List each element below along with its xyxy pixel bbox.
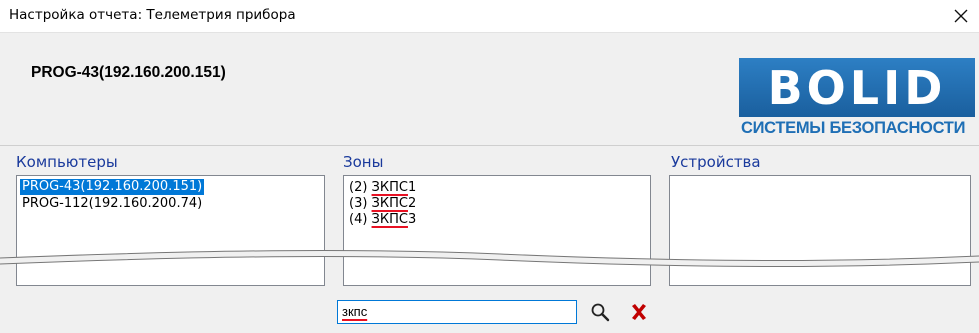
bolid-logo: BOLID bbox=[739, 58, 975, 117]
search-field[interactable]: зкпс bbox=[337, 300, 577, 324]
computers-label: Компьютеры bbox=[16, 153, 118, 171]
search-icon bbox=[591, 303, 610, 322]
zones-label: Зоны bbox=[343, 153, 384, 171]
search-button[interactable] bbox=[588, 300, 612, 324]
zone-match: ЗКПС bbox=[371, 180, 408, 195]
computer-item-2[interactable]: PROG-112(192.160.200.74) bbox=[20, 196, 204, 212]
logo-text: BOLID bbox=[767, 60, 947, 115]
title-bar: Настройка отчета: Телеметрия прибора bbox=[0, 0, 979, 33]
zone-number: (3) bbox=[349, 196, 372, 211]
zone-suffix: 1 bbox=[407, 180, 417, 195]
zone-match: ЗКПС bbox=[371, 212, 408, 227]
device-title: PROG-43(192.160.200.151) bbox=[31, 64, 226, 81]
zone-suffix: 3 bbox=[407, 212, 417, 227]
computer-item-1[interactable]: PROG-43(192.160.200.151) bbox=[20, 179, 205, 195]
zone-item-3[interactable]: (4) ЗКПС3 bbox=[347, 212, 418, 228]
search-value: зкпс bbox=[342, 304, 368, 319]
logo-caption: СИСТЕМЫ БЕЗОПАСНОСТИ bbox=[741, 119, 966, 137]
cut-line-decoration bbox=[0, 250, 979, 267]
devices-label: Устройства bbox=[671, 153, 761, 171]
clear-button[interactable] bbox=[627, 300, 651, 324]
header-separator bbox=[0, 145, 979, 146]
zone-item-1[interactable]: (2) ЗКПС1 bbox=[347, 180, 418, 196]
window-title: Настройка отчета: Телеметрия прибора bbox=[9, 7, 296, 23]
zone-number: (2) bbox=[349, 180, 372, 195]
close-button[interactable] bbox=[943, 0, 979, 32]
zone-suffix: 2 bbox=[407, 196, 417, 211]
close-icon bbox=[954, 9, 968, 23]
zone-item-2[interactable]: (3) ЗКПС2 bbox=[347, 196, 418, 212]
zone-match: ЗКПС bbox=[371, 196, 408, 211]
zone-number: (4) bbox=[349, 212, 372, 227]
clear-icon bbox=[632, 304, 646, 320]
